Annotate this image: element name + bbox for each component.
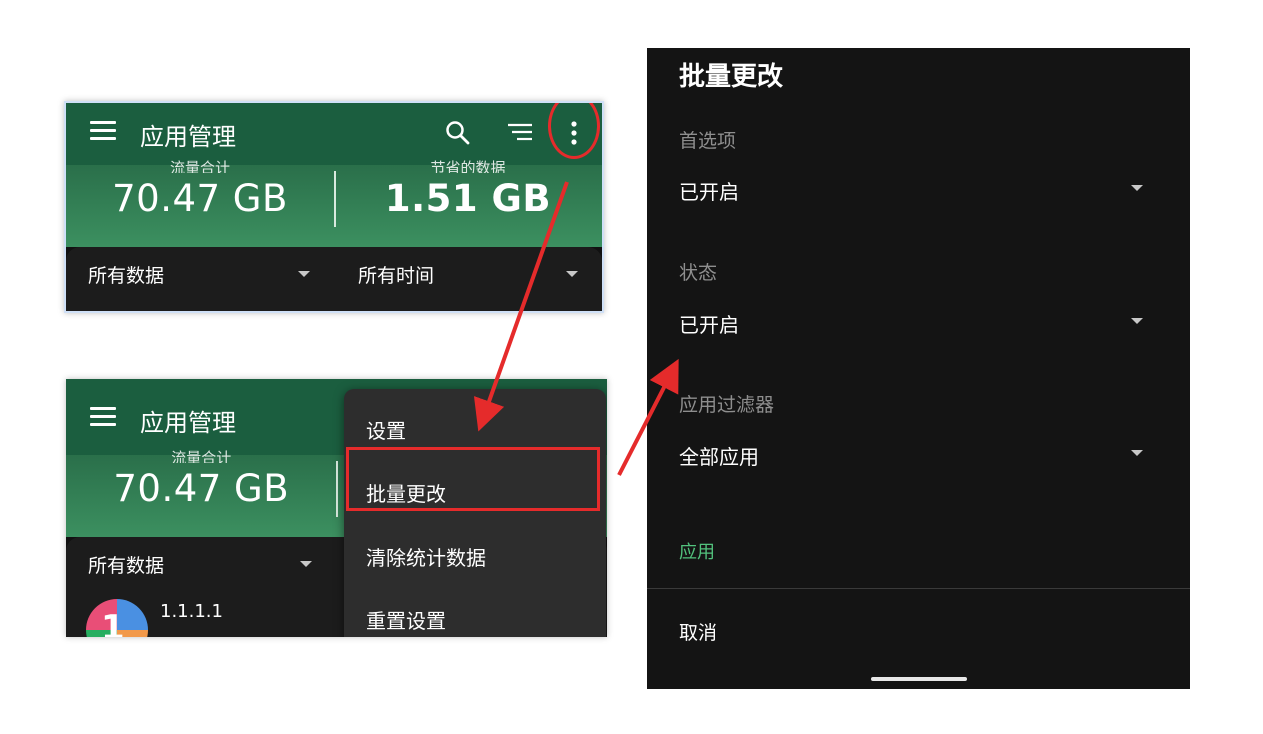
saved-data-stat: 节省的数据 1.51 GB — [334, 159, 602, 247]
data-filter-dropdown[interactable]: 所有数据 — [88, 261, 164, 288]
chevron-down-icon — [298, 271, 310, 277]
total-traffic-value: 70.47 GB — [113, 467, 290, 510]
menu-icon[interactable] — [90, 407, 116, 427]
app-title: 应用管理 — [140, 409, 236, 437]
stat-divider — [336, 461, 338, 517]
app-manager-screenshot-top: 应用管理 流量合计 70.47 GB 节省的数据 1.51 GB 所有数据 所有… — [64, 101, 604, 313]
batch-change-dialog: 批量更改 首选项 已开启 状态 已开启 应用过滤器 全部应用 应用 取消 — [647, 48, 1190, 689]
chevron-down-icon — [1131, 318, 1143, 324]
menu-item-clear-stats[interactable]: 清除统计数据 — [366, 542, 486, 571]
menu-item-reset-settings[interactable]: 重置设置 — [366, 605, 446, 634]
saved-data-caption: 节省的数据 — [430, 159, 506, 173]
preference-dropdown[interactable]: 已开启 — [679, 176, 739, 205]
app-icon-glyph: 1 — [101, 608, 125, 637]
divider — [647, 588, 1190, 589]
app-filter-dropdown[interactable]: 全部应用 — [679, 441, 759, 470]
app-bar: 应用管理 — [66, 103, 602, 165]
menu-item-settings[interactable]: 设置 — [366, 415, 406, 444]
total-traffic-caption: 流量合计 — [169, 159, 230, 173]
app-name: 1.1.1.1 — [160, 601, 223, 622]
apply-button[interactable]: 应用 — [679, 538, 715, 564]
cancel-button[interactable]: 取消 — [679, 618, 717, 645]
search-icon[interactable] — [440, 115, 476, 151]
app-filter-label: 应用过滤器 — [679, 394, 775, 416]
batch-change-highlight — [346, 447, 600, 511]
home-indicator — [871, 677, 967, 681]
state-dropdown[interactable]: 已开启 — [679, 309, 739, 338]
state-label: 状态 — [679, 262, 718, 284]
data-filter-dropdown[interactable]: 所有数据 — [88, 551, 164, 578]
total-traffic-stat: 流量合计 70.47 GB — [66, 449, 337, 537]
menu-icon[interactable] — [90, 121, 116, 141]
chevron-down-icon — [566, 271, 578, 277]
chevron-down-icon — [1131, 185, 1143, 191]
preference-label: 首选项 — [679, 130, 737, 152]
time-filter-dropdown[interactable]: 所有时间 — [358, 261, 434, 288]
app-icon: 1 — [86, 599, 148, 637]
stats-banner: 流量合计 70.47 GB 节省的数据 1.51 GB — [66, 159, 602, 247]
overflow-menu: 设置 批量更改 清除统计数据 重置设置 — [344, 389, 606, 637]
total-traffic-value: 70.47 GB — [112, 177, 288, 220]
app-title: 应用管理 — [140, 123, 236, 151]
total-traffic-caption: 流量合计 — [171, 449, 232, 463]
app-manager-screenshot-menu: 应用管理 流量合计 70.47 GB 所有数据 1 1.1.1.1 设置 批量更… — [66, 379, 607, 637]
chevron-down-icon — [300, 561, 312, 567]
filter-icon[interactable] — [502, 115, 538, 151]
total-traffic-stat: 流量合计 70.47 GB — [66, 159, 334, 247]
dialog-title: 批量更改 — [679, 62, 784, 92]
chevron-down-icon — [1131, 450, 1143, 456]
filter-bar: 所有数据 所有时间 — [66, 247, 602, 311]
saved-data-value: 1.51 GB — [384, 177, 552, 220]
